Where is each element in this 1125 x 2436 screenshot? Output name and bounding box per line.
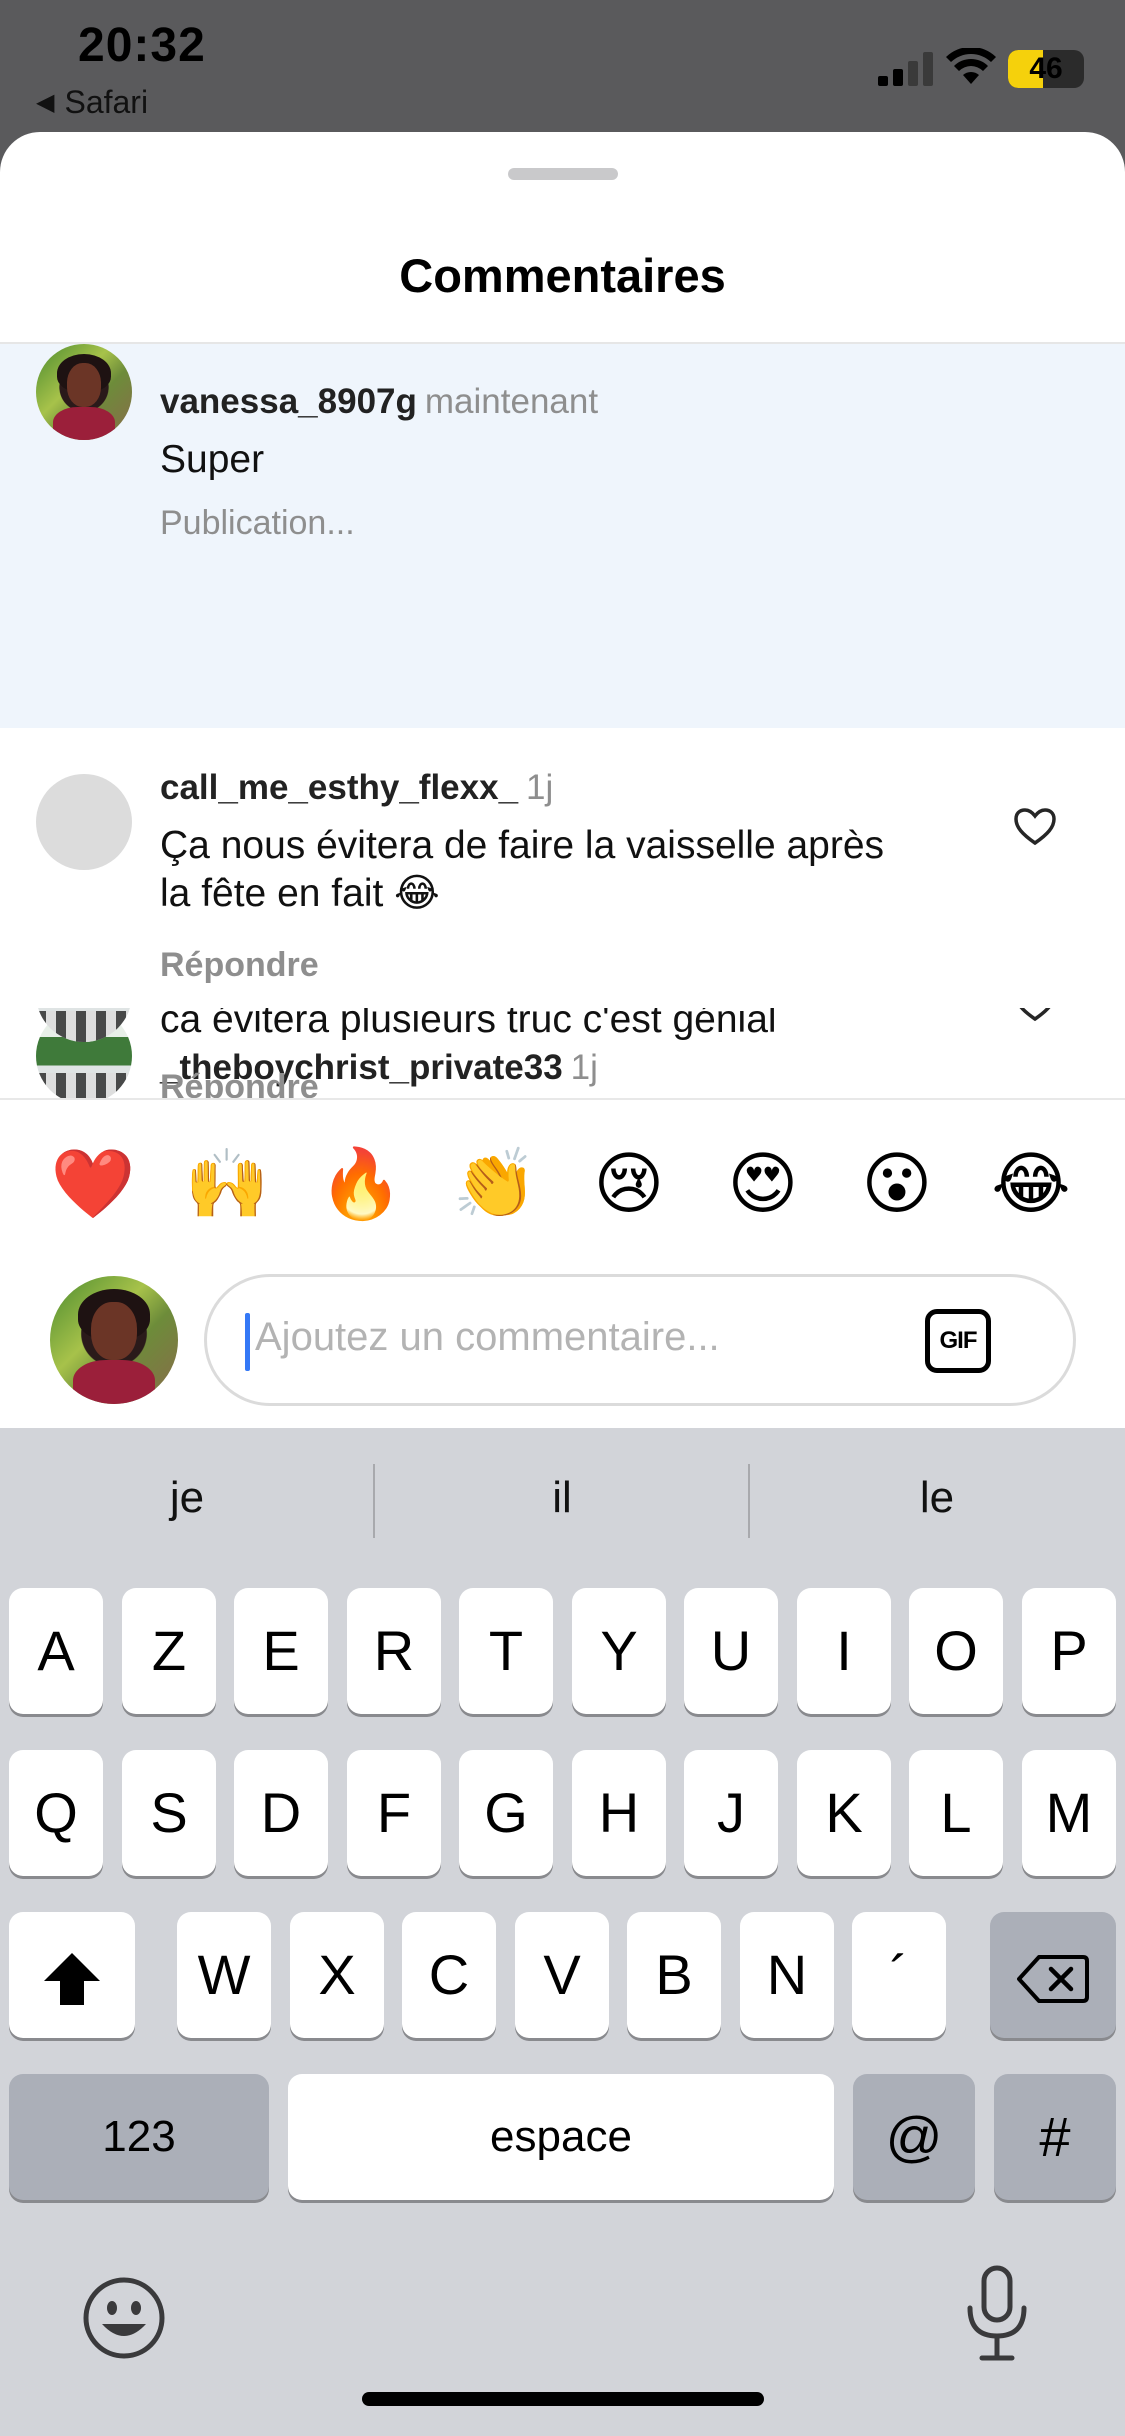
shift-key[interactable] bbox=[9, 1912, 135, 2038]
emoji-keyboard-icon[interactable] bbox=[80, 2274, 168, 2362]
reaction-heart-eyes-button[interactable]: 😍 bbox=[718, 1130, 808, 1240]
comment-item-body: ca évitera plusieurs truc c'est génial R… bbox=[0, 1008, 1125, 1098]
key-h[interactable]: H bbox=[572, 1750, 666, 1876]
key-f[interactable]: F bbox=[347, 1750, 441, 1876]
keyboard: je il le A Z E R T Y U I O P Q S D F G H… bbox=[0, 1428, 1125, 2436]
key-g[interactable]: G bbox=[459, 1750, 553, 1876]
space-key[interactable]: espace bbox=[288, 2074, 834, 2200]
comment-input-placeholder: Ajoutez un commentaire... bbox=[255, 1315, 720, 1359]
key-c[interactable]: C bbox=[402, 1912, 496, 2038]
comment-posting-status: Publication... bbox=[160, 504, 355, 542]
comment-username-text[interactable]: call_me_esthy_flexx_ bbox=[160, 768, 518, 807]
comment-time: 1j bbox=[526, 768, 554, 807]
suggestion-item[interactable]: il bbox=[375, 1448, 749, 1548]
hash-key[interactable]: # bbox=[994, 2074, 1116, 2200]
reaction-laughing-button[interactable]: 😂 bbox=[986, 1130, 1076, 1240]
reply-button[interactable]: Répondre bbox=[160, 946, 319, 985]
microphone-icon[interactable] bbox=[962, 2264, 1032, 2364]
comment-username[interactable]: call_me_esthy_flexx_ 1j bbox=[160, 768, 553, 808]
comment-text: ca évitera plusieurs truc c'est génial bbox=[160, 1008, 777, 1041]
reaction-heart-button[interactable]: ❤️ bbox=[48, 1130, 138, 1240]
back-to-safari-link[interactable]: ◀ Safari bbox=[36, 84, 148, 121]
key-a[interactable]: A bbox=[9, 1588, 103, 1714]
key-o[interactable]: O bbox=[909, 1588, 1003, 1714]
battery-icon: 46 bbox=[1008, 50, 1084, 88]
sheet-title: Commentaires bbox=[399, 249, 726, 302]
numbers-key[interactable]: 123 bbox=[9, 2074, 269, 2200]
shift-arrow-icon bbox=[44, 1953, 100, 2006]
key-k[interactable]: K bbox=[797, 1750, 891, 1876]
key-y[interactable]: Y bbox=[572, 1588, 666, 1714]
key-s[interactable]: S bbox=[122, 1750, 216, 1876]
avatar[interactable] bbox=[36, 774, 132, 870]
key-j[interactable]: J bbox=[684, 1750, 778, 1876]
quick-reaction-bar: ❤️ 🙌 🔥 👏 😢 😍 😮 😂 bbox=[0, 1130, 1125, 1240]
key-b[interactable]: B bbox=[627, 1912, 721, 2038]
key-accent[interactable]: ´ bbox=[852, 1912, 946, 2038]
reaction-raised-hands-button[interactable]: 🙌 bbox=[182, 1130, 272, 1240]
key-l[interactable]: L bbox=[909, 1750, 1003, 1876]
reaction-surprised-button[interactable]: 😮 bbox=[852, 1130, 942, 1240]
comment-text-line: Ça nous évitera de faire la vaisselle ap… bbox=[160, 824, 885, 867]
gif-button[interactable]: GIF bbox=[925, 1309, 991, 1373]
reaction-fire-button[interactable]: 🔥 bbox=[316, 1130, 406, 1240]
key-p[interactable]: P bbox=[1022, 1588, 1116, 1714]
key-q[interactable]: Q bbox=[9, 1750, 103, 1876]
comment-username-text[interactable]: vanessa_8907g bbox=[160, 382, 417, 421]
back-triangle-icon: ◀ bbox=[36, 89, 55, 116]
like-heart-icon[interactable] bbox=[1014, 1008, 1056, 1022]
key-i[interactable]: I bbox=[797, 1588, 891, 1714]
key-w[interactable]: W bbox=[177, 1912, 271, 2038]
comment-item-pending: vanessa_8907g maintenant Super Publicatio… bbox=[0, 344, 1125, 728]
sheet-grabber[interactable] bbox=[508, 168, 618, 180]
comment-text: Super bbox=[160, 438, 265, 481]
status-time: 20:32 bbox=[78, 19, 206, 72]
comment-text: Ça nous évitera de faire la vaisselle ap… bbox=[160, 822, 960, 918]
divider bbox=[0, 1098, 1125, 1100]
key-u[interactable]: U bbox=[684, 1588, 778, 1714]
avatar[interactable] bbox=[36, 1008, 132, 1042]
comment-time: maintenant bbox=[424, 382, 599, 421]
key-e[interactable]: E bbox=[234, 1588, 328, 1714]
comment-text-line: la fête en fait 😂 bbox=[160, 872, 440, 915]
suggestion-item[interactable]: je bbox=[0, 1448, 374, 1548]
comment-item: call_me_esthy_flexx_ 1j Ça nous évitera d… bbox=[0, 728, 1125, 1008]
delete-key[interactable] bbox=[990, 1912, 1116, 2038]
like-heart-icon[interactable] bbox=[1014, 808, 1056, 846]
reply-button[interactable]: Répondre bbox=[160, 1068, 319, 1098]
suggestion-item[interactable]: le bbox=[750, 1448, 1124, 1548]
composer-avatar bbox=[48, 1274, 180, 1406]
key-n[interactable]: N bbox=[740, 1912, 834, 2038]
key-m[interactable]: M bbox=[1022, 1750, 1116, 1876]
wifi-icon bbox=[946, 48, 996, 84]
text-caret bbox=[245, 1313, 250, 1371]
key-d[interactable]: D bbox=[234, 1750, 328, 1876]
at-key[interactable]: @ bbox=[853, 2074, 975, 2200]
battery-percent: 46 bbox=[1029, 52, 1063, 85]
reaction-clap-button[interactable]: 👏 bbox=[450, 1130, 540, 1240]
reaction-crying-button[interactable]: 😢 bbox=[584, 1130, 674, 1240]
comment-input[interactable]: Ajoutez un commentaire... GIF bbox=[204, 1274, 1076, 1406]
status-bar: 20:32 ◀ Safari 46 bbox=[0, 0, 1125, 140]
key-v[interactable]: V bbox=[515, 1912, 609, 2038]
key-r[interactable]: R bbox=[347, 1588, 441, 1714]
back-app-label: Safari bbox=[64, 84, 149, 120]
home-indicator[interactable] bbox=[362, 2392, 764, 2406]
avatar[interactable] bbox=[36, 344, 132, 440]
cellular-signal-icon bbox=[878, 52, 933, 86]
key-x[interactable]: X bbox=[290, 1912, 384, 2038]
key-t[interactable]: T bbox=[459, 1588, 553, 1714]
backspace-icon bbox=[1017, 1955, 1089, 2004]
key-z[interactable]: Z bbox=[122, 1588, 216, 1714]
comment-username[interactable]: vanessa_8907g maintenant bbox=[160, 382, 598, 422]
